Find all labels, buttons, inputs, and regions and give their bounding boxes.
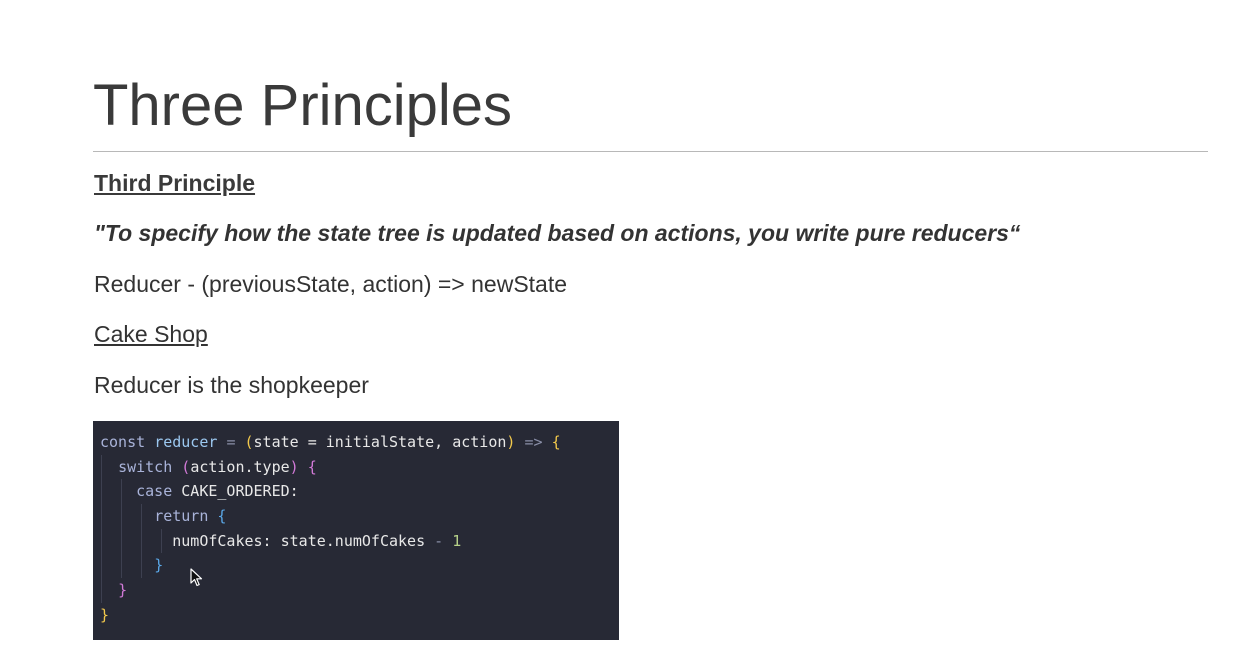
code-token: 1: [452, 531, 462, 550]
code-token: ): [506, 433, 516, 451]
slide: Three Principles Third Principle "To spe…: [0, 0, 1255, 654]
code-token: return: [154, 507, 209, 526]
indent-guide: [121, 553, 122, 579]
indent-guide: [121, 528, 122, 554]
indent-guide: [141, 528, 142, 554]
indent-guide: [101, 528, 102, 554]
shopkeeper-text: Reducer is the shopkeeper: [94, 372, 369, 398]
code-token: {: [307, 457, 317, 476]
principle-quote: "To specify how the state tree is update…: [94, 220, 1021, 246]
indent-guide: [101, 504, 102, 529]
code-token: }: [154, 556, 164, 575]
code-line-3: case CAKE_ORDERED:: [100, 479, 619, 505]
code-token: (: [181, 457, 191, 476]
code-snippet: const reducer = (state = initialState, a…: [93, 421, 619, 640]
indent-guide: [161, 528, 162, 554]
code-line-5: numOfCakes: state.numOfCakes - 1: [100, 528, 619, 554]
code-token: action.type: [190, 457, 290, 476]
code-line-7: }: [100, 578, 619, 603]
indent-guide: [101, 479, 102, 505]
code-token: state = initialState, action: [253, 433, 507, 451]
cake-shop-link[interactable]: Cake Shop: [94, 319, 208, 349]
code-token: reducer: [154, 433, 218, 451]
code-token: =>: [524, 433, 543, 451]
indent-guide: [101, 553, 102, 579]
indent-guide: [101, 578, 102, 603]
code-token: }: [118, 581, 128, 600]
indent-guide: [101, 454, 102, 480]
code-token: }: [100, 605, 110, 624]
code-line-6: }: [100, 553, 619, 579]
indent-guide: [121, 479, 122, 505]
code-line-8: }: [100, 603, 619, 628]
slide-title: Three Principles: [93, 73, 513, 138]
code-token: const: [100, 433, 146, 451]
section-subheading: Third Principle: [94, 170, 256, 196]
code-token: numOfCakes: state.numOfCakes: [172, 531, 426, 550]
code-line-1: const reducer = (state = initialState, a…: [100, 430, 619, 455]
code-token: {: [551, 433, 561, 451]
reducer-signature: Reducer - (previousState, action) => new…: [94, 271, 568, 297]
code-token: case: [136, 482, 173, 501]
code-token: CAKE_ORDERED:: [181, 482, 299, 501]
code-token: {: [217, 507, 227, 526]
code-token: (: [244, 433, 254, 451]
indent-guide: [141, 553, 142, 579]
title-divider: [93, 151, 1208, 152]
code-token: =: [226, 433, 236, 451]
code-token: -: [434, 531, 444, 550]
code-line-4: return {: [100, 504, 619, 529]
indent-guide: [141, 504, 142, 529]
code-token: switch: [118, 457, 173, 476]
indent-guide: [121, 504, 122, 529]
code-token: ): [289, 457, 299, 476]
mouse-pointer-icon: [190, 568, 203, 587]
code-line-2: switch (action.type) {: [100, 454, 619, 480]
